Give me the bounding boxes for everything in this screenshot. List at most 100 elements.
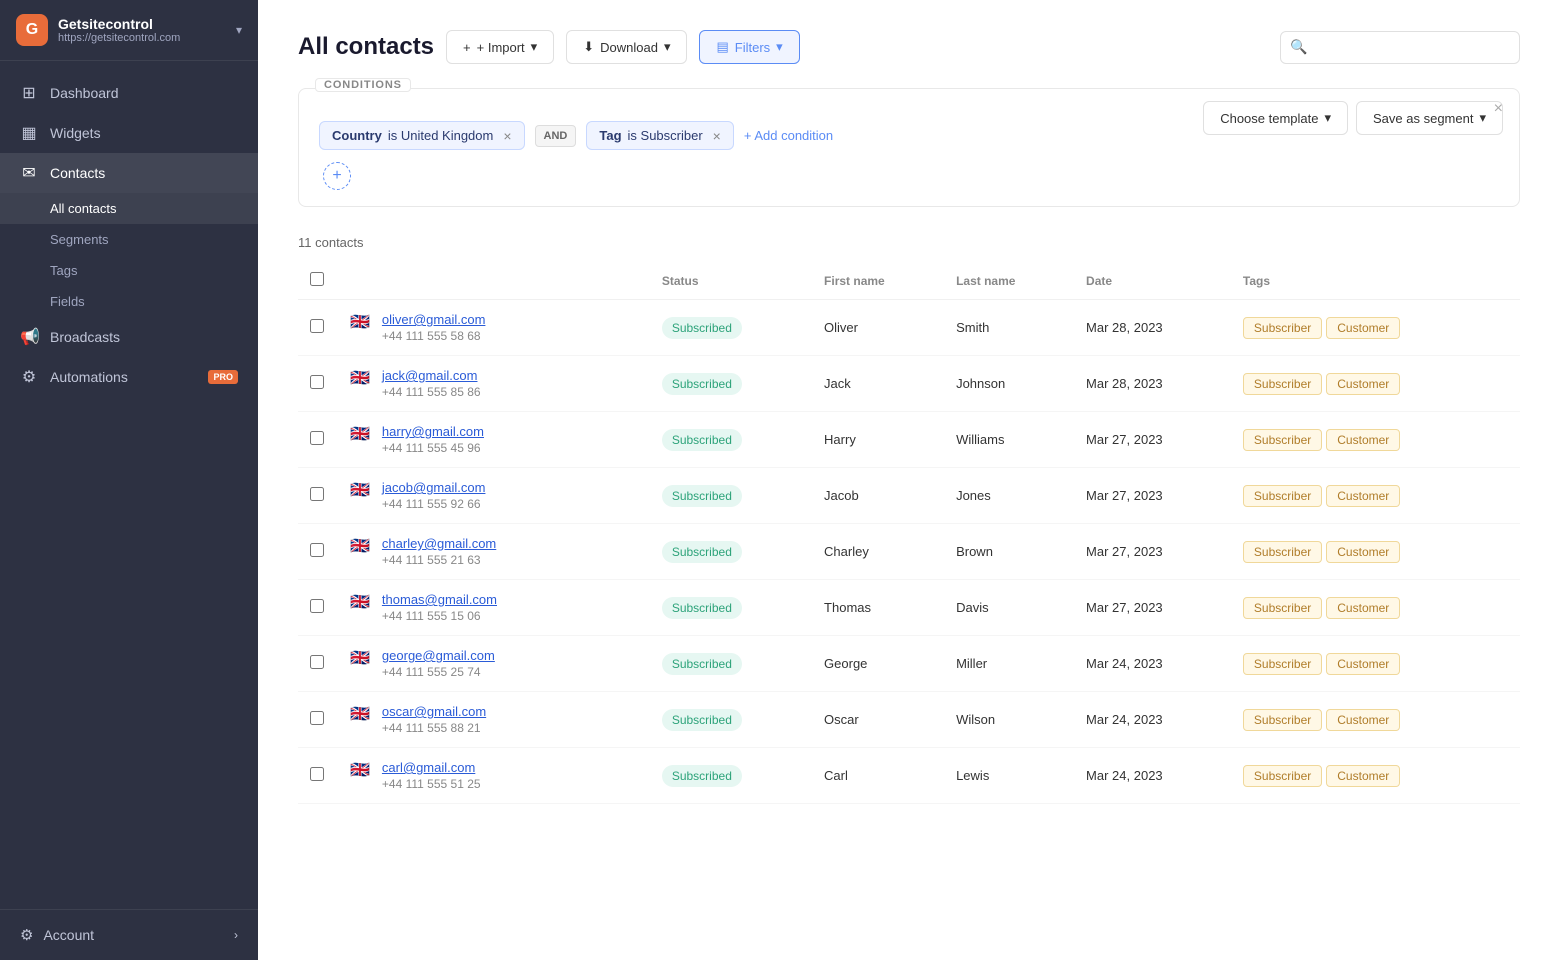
save-as-segment-button[interactable]: Save as segment ▾ — [1356, 101, 1503, 135]
contact-phone: +44 111 555 25 74 — [382, 665, 495, 679]
dashboard-icon: ⊞ — [20, 83, 38, 103]
import-button[interactable]: + + Import ▾ — [446, 30, 554, 64]
condition-chip-tag: Tag is Subscriber × — [586, 121, 733, 150]
brand-icon: G — [16, 14, 48, 46]
row-checkbox[interactable] — [310, 375, 324, 389]
contact-status: Subscribed — [650, 300, 812, 356]
add-condition-button[interactable]: + Add condition — [744, 128, 833, 143]
row-checkbox[interactable] — [310, 319, 324, 333]
sidebar-item-dashboard[interactable]: ⊞ Dashboard — [0, 73, 258, 113]
condition-chip-country: Country is United Kingdom × — [319, 121, 525, 150]
row-checkbox[interactable] — [310, 599, 324, 613]
table-row: 🇬🇧 george@gmail.com +44 111 555 25 74 Su… — [298, 636, 1520, 692]
contact-status: Subscribed — [650, 580, 812, 636]
row-checkbox[interactable] — [310, 543, 324, 557]
contact-email[interactable]: oscar@gmail.com — [382, 704, 486, 719]
header-status: Status — [650, 262, 812, 300]
download-icon: ⬇ — [583, 39, 594, 55]
tag-badge: Customer — [1326, 429, 1400, 451]
tag-badge: Customer — [1326, 485, 1400, 507]
contact-email[interactable]: jack@gmail.com — [382, 368, 481, 383]
row-checkbox[interactable] — [310, 711, 324, 725]
country-flag-icon: 🇬🇧 — [350, 592, 370, 612]
condition-field-tag: Tag — [599, 128, 621, 143]
country-flag-icon: 🇬🇧 — [350, 312, 370, 332]
contact-first-name: Charley — [812, 524, 944, 580]
sidebar-item-broadcasts[interactable]: 📢 Broadcasts — [0, 317, 258, 357]
contact-email[interactable]: harry@gmail.com — [382, 424, 484, 439]
contact-status: Subscribed — [650, 692, 812, 748]
account-item[interactable]: ⚙ Account › — [0, 909, 258, 960]
download-chevron-icon: ▾ — [664, 39, 671, 55]
sidebar-item-widgets[interactable]: ▦ Widgets — [0, 113, 258, 153]
header-checkbox-cell — [298, 262, 338, 300]
contacts-icon: ✉ — [20, 163, 38, 183]
header-first-name: First name — [812, 262, 944, 300]
contact-first-name: Oscar — [812, 692, 944, 748]
contact-email[interactable]: george@gmail.com — [382, 648, 495, 663]
row-checkbox[interactable] — [310, 767, 324, 781]
sidebar-item-automations[interactable]: ⚙ Automations PRO — [0, 357, 258, 397]
row-checkbox-cell — [298, 692, 338, 748]
contact-date: Mar 27, 2023 — [1074, 412, 1231, 468]
tag-badge: Customer — [1326, 765, 1400, 787]
sub-item-label: Segments — [50, 232, 109, 247]
contact-email[interactable]: oliver@gmail.com — [382, 312, 486, 327]
contact-tags: SubscriberCustomer — [1231, 412, 1520, 468]
contact-email[interactable]: charley@gmail.com — [382, 536, 496, 551]
close-conditions-button[interactable]: × — [1494, 101, 1503, 117]
sidebar-sub-segments[interactable]: Segments — [0, 224, 258, 255]
contact-email[interactable]: thomas@gmail.com — [382, 592, 497, 607]
contact-first-name: Carl — [812, 748, 944, 804]
main-content: All contacts + + Import ▾ ⬇ Download ▾ ▤… — [258, 0, 1560, 960]
filter-icon: ▤ — [716, 39, 728, 55]
add-row-button[interactable]: + — [323, 162, 351, 190]
row-checkbox[interactable] — [310, 431, 324, 445]
select-all-checkbox[interactable] — [310, 272, 324, 286]
tag-badge: Subscriber — [1243, 597, 1322, 619]
contact-date: Mar 27, 2023 — [1074, 524, 1231, 580]
status-badge: Subscribed — [662, 485, 742, 507]
contact-phone: +44 111 555 92 66 — [382, 497, 486, 511]
sub-item-label: Fields — [50, 294, 85, 309]
filters-button[interactable]: ▤ Filters ▾ — [699, 30, 799, 64]
search-box: 🔍 — [1280, 31, 1520, 64]
conditions-top-right: Choose template ▾ Save as segment ▾ — [1203, 101, 1503, 135]
country-flag-icon: 🇬🇧 — [350, 760, 370, 780]
sidebar-sub-all-contacts[interactable]: All contacts — [0, 193, 258, 224]
row-checkbox[interactable] — [310, 487, 324, 501]
header-tags: Tags — [1231, 262, 1520, 300]
contact-email[interactable]: jacob@gmail.com — [382, 480, 486, 495]
condition-close-country[interactable]: × — [503, 129, 511, 143]
choose-template-button[interactable]: Choose template ▾ — [1203, 101, 1348, 135]
sidebar-sub-tags[interactable]: Tags — [0, 255, 258, 286]
tag-badge: Customer — [1326, 541, 1400, 563]
sub-item-label: Tags — [50, 263, 77, 278]
condition-close-tag[interactable]: × — [713, 129, 721, 143]
table-header: Status First name Last name Date Tags — [298, 262, 1520, 300]
contact-tags: SubscriberCustomer — [1231, 580, 1520, 636]
condition-field-country: Country — [332, 128, 382, 143]
brand-header[interactable]: G Getsitecontrol https://getsitecontrol.… — [0, 0, 258, 61]
choose-template-chevron-icon: ▾ — [1324, 110, 1331, 126]
contact-flag-email: 🇬🇧 carl@gmail.com +44 111 555 51 25 — [350, 760, 638, 791]
download-button[interactable]: ⬇ Download ▾ — [566, 30, 687, 64]
sidebar-item-contacts[interactable]: ✉ Contacts — [0, 153, 258, 193]
contact-email[interactable]: carl@gmail.com — [382, 760, 481, 775]
contact-info-cell: 🇬🇧 oliver@gmail.com +44 111 555 58 68 — [338, 300, 650, 356]
sidebar-sub-fields[interactable]: Fields — [0, 286, 258, 317]
contact-first-name: Thomas — [812, 580, 944, 636]
download-label: Download — [600, 40, 658, 55]
contact-last-name: Wilson — [944, 692, 1074, 748]
row-checkbox-cell — [298, 412, 338, 468]
contact-date: Mar 24, 2023 — [1074, 636, 1231, 692]
row-checkbox[interactable] — [310, 655, 324, 669]
sidebar-item-label: Widgets — [50, 125, 101, 141]
tag-badge: Subscriber — [1243, 373, 1322, 395]
contact-tags: SubscriberCustomer — [1231, 300, 1520, 356]
tag-badge: Subscriber — [1243, 653, 1322, 675]
header-email — [338, 262, 650, 300]
search-input[interactable] — [1280, 31, 1520, 64]
contact-tags: SubscriberCustomer — [1231, 524, 1520, 580]
status-badge: Subscribed — [662, 541, 742, 563]
